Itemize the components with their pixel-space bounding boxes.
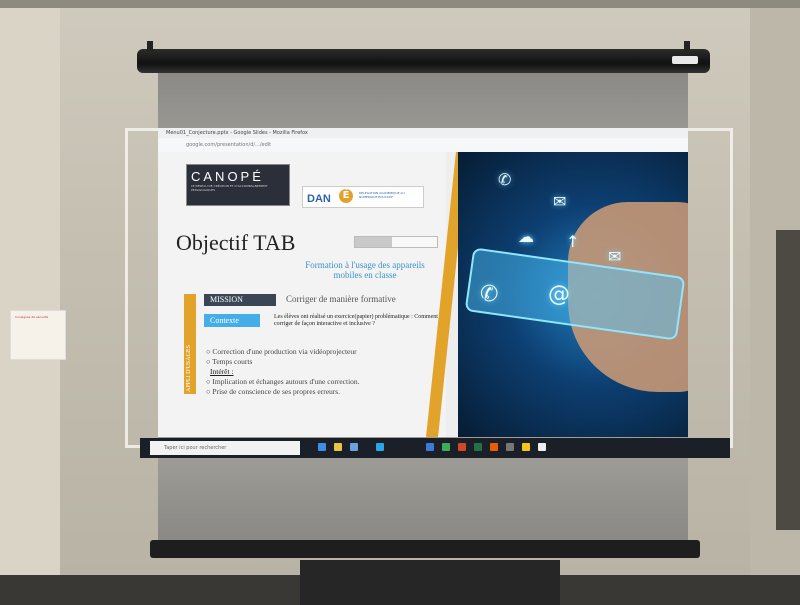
roller-hook-left [147, 41, 153, 51]
dan-logo: DAN É DÉLÉGATION ACADÉMIQUE AU NUMÉRIQUE… [302, 186, 424, 208]
dan-logo-e: É [339, 189, 353, 203]
browser-url-bar[interactable]: google.com/presentation/d/.../edit [158, 138, 688, 152]
door-frame [776, 230, 800, 530]
taskbar-app-icon[interactable] [474, 443, 482, 451]
taskbar-app-icon[interactable] [458, 443, 466, 451]
taskbar-app-icon[interactable] [506, 443, 514, 451]
canope-logo-text: CANOPÉ [191, 169, 264, 184]
projector-stand [300, 560, 560, 605]
presentation-slide: CANOPÉ LE RÉSEAU DE CRÉATION ET D'ACCOMP… [158, 152, 688, 437]
taskbar-app-icon[interactable] [426, 443, 434, 451]
screen-roller [137, 41, 710, 73]
windows-taskbar: Taper ici pour rechercher [140, 438, 730, 458]
cloud-glyph-icon: ☁ [518, 227, 534, 246]
projected-browser-window: Menu01_Conjecture.pptx - Google Slides -… [158, 128, 688, 437]
slide-photo-panel: ✆ ✉ ☁ ↑ ✆ @ ✉ [458, 152, 688, 437]
interet-item: ○ Prise de conscience de ses propres err… [206, 387, 341, 396]
dan-logo-sub: DÉLÉGATION ACADÉMIQUE AU NUMÉRIQUE ÉDUCA… [359, 191, 405, 199]
canope-logo: CANOPÉ LE RÉSEAU DE CRÉATION ET D'ACCOMP… [186, 164, 290, 206]
bullet-item: ○ Temps courts [206, 357, 253, 366]
taskbar-app-icon[interactable] [318, 443, 326, 451]
taskbar-app-icon[interactable] [522, 443, 530, 451]
taskbar-app-icon[interactable] [442, 443, 450, 451]
mail-glyph-icon: ✉ [553, 192, 567, 211]
at-glyph-icon: @ [548, 282, 570, 307]
arrow-glyph-icon: ↑ [566, 232, 580, 251]
wall-poster: Consignes de sécurité [10, 310, 66, 360]
mission-label: MISSION [204, 294, 276, 306]
contexte-text: Les élèves ont réalisé un exercice(papie… [274, 314, 438, 327]
mail-glyph-icon: ✉ [608, 247, 622, 266]
phone-glyph-icon: ✆ [498, 170, 512, 189]
interet-label: Intérêt : [210, 367, 234, 376]
slide-title: Objectif TAB [176, 230, 296, 255]
taskbar-app-icon[interactable] [350, 443, 358, 451]
canope-logo-sub: LE RÉSEAU DE CRÉATION ET D'ACCOMPAGNEMEN… [191, 184, 268, 192]
dan-logo-text: DAN [307, 193, 331, 205]
progress-fill [355, 237, 392, 247]
ceiling-edge [0, 0, 800, 8]
bullet-item: ○ Correction d'une production via vidéop… [206, 347, 357, 356]
contexte-label: Contexte [204, 314, 260, 327]
interet-item: ○ Implication et échanges autours d'une … [206, 377, 360, 386]
taskbar-search-input[interactable]: Taper ici pour rechercher [150, 441, 300, 455]
taskbar-app-icon[interactable] [376, 443, 384, 451]
poster-text: Consignes de sécurité [15, 315, 49, 319]
firefox-icon[interactable] [490, 443, 498, 451]
taskbar-app-icon[interactable] [538, 443, 546, 451]
screen-bottom-bar [150, 540, 700, 558]
vertical-label: APPLI D'USAGES [186, 345, 192, 392]
folder-icon[interactable] [334, 443, 342, 451]
progress-bar [354, 236, 438, 248]
roller-label [672, 56, 698, 64]
browser-titlebar: Menu01_Conjecture.pptx - Google Slides -… [158, 128, 688, 138]
left-wall [0, 0, 60, 605]
mission-text: Corriger de manière formative [286, 294, 396, 304]
slide-subtitle: Formation à l'usage des appareils mobile… [305, 260, 425, 280]
phone-glyph-icon: ✆ [480, 282, 499, 307]
roller-hook-right [684, 41, 690, 51]
slide-left-panel: CANOPÉ LE RÉSEAU DE CRÉATION ET D'ACCOMP… [158, 152, 446, 437]
